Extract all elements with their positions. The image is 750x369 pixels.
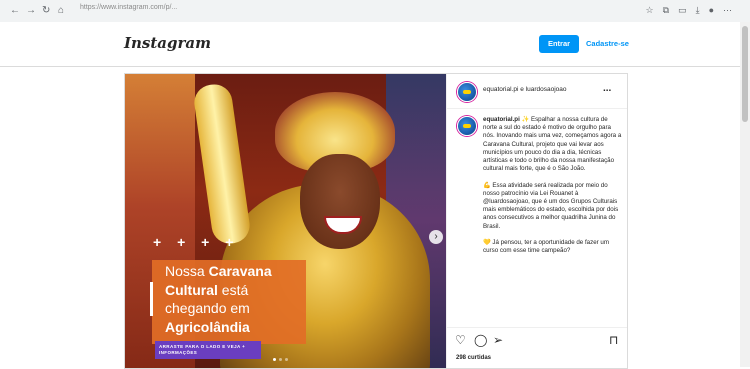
decorative-plus-signs: + + + + <box>153 234 240 250</box>
post-author[interactable]: equatorial.pi e luardosaojoao <box>483 86 566 93</box>
like-count[interactable]: 298 curtidas <box>456 355 491 361</box>
post-card: + + + + › Nossa Caravana Cultural está c… <box>124 73 628 369</box>
banner-text-bold: Agricolândia <box>165 318 250 335</box>
next-slide-arrow-icon[interactable]: › <box>429 230 443 244</box>
more-options-icon[interactable]: ... <box>603 83 611 94</box>
post-header: equatorial.pi e luardosaojoao ... <box>447 74 627 109</box>
home-icon[interactable]: ⌂ <box>58 6 64 16</box>
avatar[interactable] <box>457 82 477 102</box>
caption-username[interactable]: equatorial.pi <box>483 116 520 123</box>
back-icon[interactable]: ← <box>10 6 20 16</box>
post-sidebar: equatorial.pi e luardosaojoao ... equato… <box>446 74 627 368</box>
post-actions: ♡ ◯ ➢ ⊓ 298 curtidas <box>447 327 627 368</box>
login-button[interactable]: Entrar <box>539 35 579 53</box>
download-icon[interactable]: ⤓ <box>696 5 700 15</box>
post-media[interactable]: + + + + › Nossa Caravana Cultural está c… <box>125 74 446 368</box>
caption-avatar[interactable] <box>457 116 477 136</box>
browser-icons: ☆ ⧉ ▭ ⤓ ● ⋯ <box>646 5 732 15</box>
swipe-cta-label: ARRASTE PARA O LADO E VEJA + INFORMAÇÕES <box>155 341 261 359</box>
scrollbar-thumb[interactable] <box>742 26 748 122</box>
carousel-dot <box>273 358 276 361</box>
carousel-dot <box>285 358 288 361</box>
dancer-raised-arm <box>192 82 252 246</box>
banner-accent-bar <box>150 282 153 316</box>
promo-banner-text: Nossa Caravana Cultural está chegando em… <box>165 262 305 336</box>
share-icon[interactable]: ➢ <box>493 334 503 346</box>
browser-toolbar: ← → ↻ ⌂ https://www.instagram.com/p/... … <box>0 0 750 23</box>
banner-text-plain: está <box>217 281 249 298</box>
like-icon[interactable]: ♡ <box>455 334 466 346</box>
banner-text-bold: Cultural <box>165 281 218 298</box>
extensions-icon[interactable]: ⧉ <box>663 5 669 15</box>
save-icon[interactable]: ⊓ <box>609 334 618 346</box>
banner-text-plain: chegando em <box>165 300 250 316</box>
comment-icon[interactable]: ◯ <box>474 334 487 346</box>
instagram-logo[interactable]: Instagram <box>124 34 211 52</box>
address-bar[interactable]: https://www.instagram.com/p/... <box>80 3 220 13</box>
instagram-header: Instagram Entrar Cadastre-se <box>0 22 740 67</box>
caption-paragraph: 💪 Essa atividade será realizada por meio… <box>483 181 619 230</box>
collections-icon[interactable]: ▭ <box>678 5 687 15</box>
forward-icon[interactable]: → <box>26 6 36 16</box>
carousel-dots <box>273 358 288 361</box>
signup-link[interactable]: Cadastre-se <box>586 35 629 53</box>
banner-text-bold: Caravana <box>208 263 272 279</box>
star-icon[interactable]: ☆ <box>646 5 654 15</box>
post-caption: equatorial.pi ✨ Espalhar a nossa cultura… <box>483 116 623 264</box>
reload-icon[interactable]: ↻ <box>42 6 50 16</box>
caption-paragraph: 💛 Já pensou, ter a oportunidade de fazer… <box>483 239 610 255</box>
caption-paragraph: ✨ Espalhar a nossa cultura de norte a su… <box>483 116 622 173</box>
page-scrollbar[interactable] <box>740 22 750 367</box>
banner-text-plain: Nossa <box>165 263 209 279</box>
carousel-dot <box>279 358 282 361</box>
dancer-face <box>300 154 380 249</box>
profile-icon[interactable]: ● <box>709 5 714 15</box>
menu-icon[interactable]: ⋯ <box>723 5 732 15</box>
